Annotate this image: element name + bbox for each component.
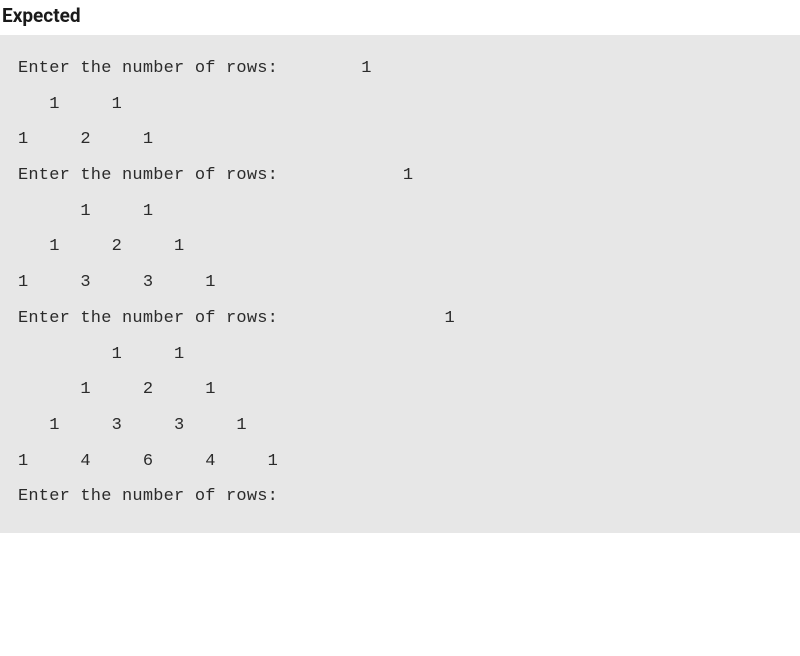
expected-output-section: Expected Enter the number of rows: 1 1 1…: [0, 0, 800, 533]
output-line: 1 1: [18, 95, 122, 114]
output-line: Enter the number of rows:: [18, 487, 288, 506]
output-line: 1 3 3 1: [18, 273, 216, 292]
output-line: Enter the number of rows: 1: [18, 309, 455, 328]
output-line: 1 2 1: [18, 380, 216, 399]
output-line: Enter the number of rows: 1: [18, 166, 413, 185]
output-line: 1 1: [18, 202, 153, 221]
output-line: 1 2 1: [18, 237, 184, 256]
output-line: 1 3 3 1: [18, 416, 247, 435]
output-line: 1 2 1: [18, 130, 153, 149]
output-line: 1 4 6 4 1: [18, 452, 278, 471]
output-line: Enter the number of rows: 1: [18, 59, 372, 78]
section-heading: Expected: [0, 0, 800, 35]
output-line: 1 1: [18, 345, 184, 364]
expected-output-block: Enter the number of rows: 1 1 1 1 2 1 En…: [0, 35, 800, 533]
